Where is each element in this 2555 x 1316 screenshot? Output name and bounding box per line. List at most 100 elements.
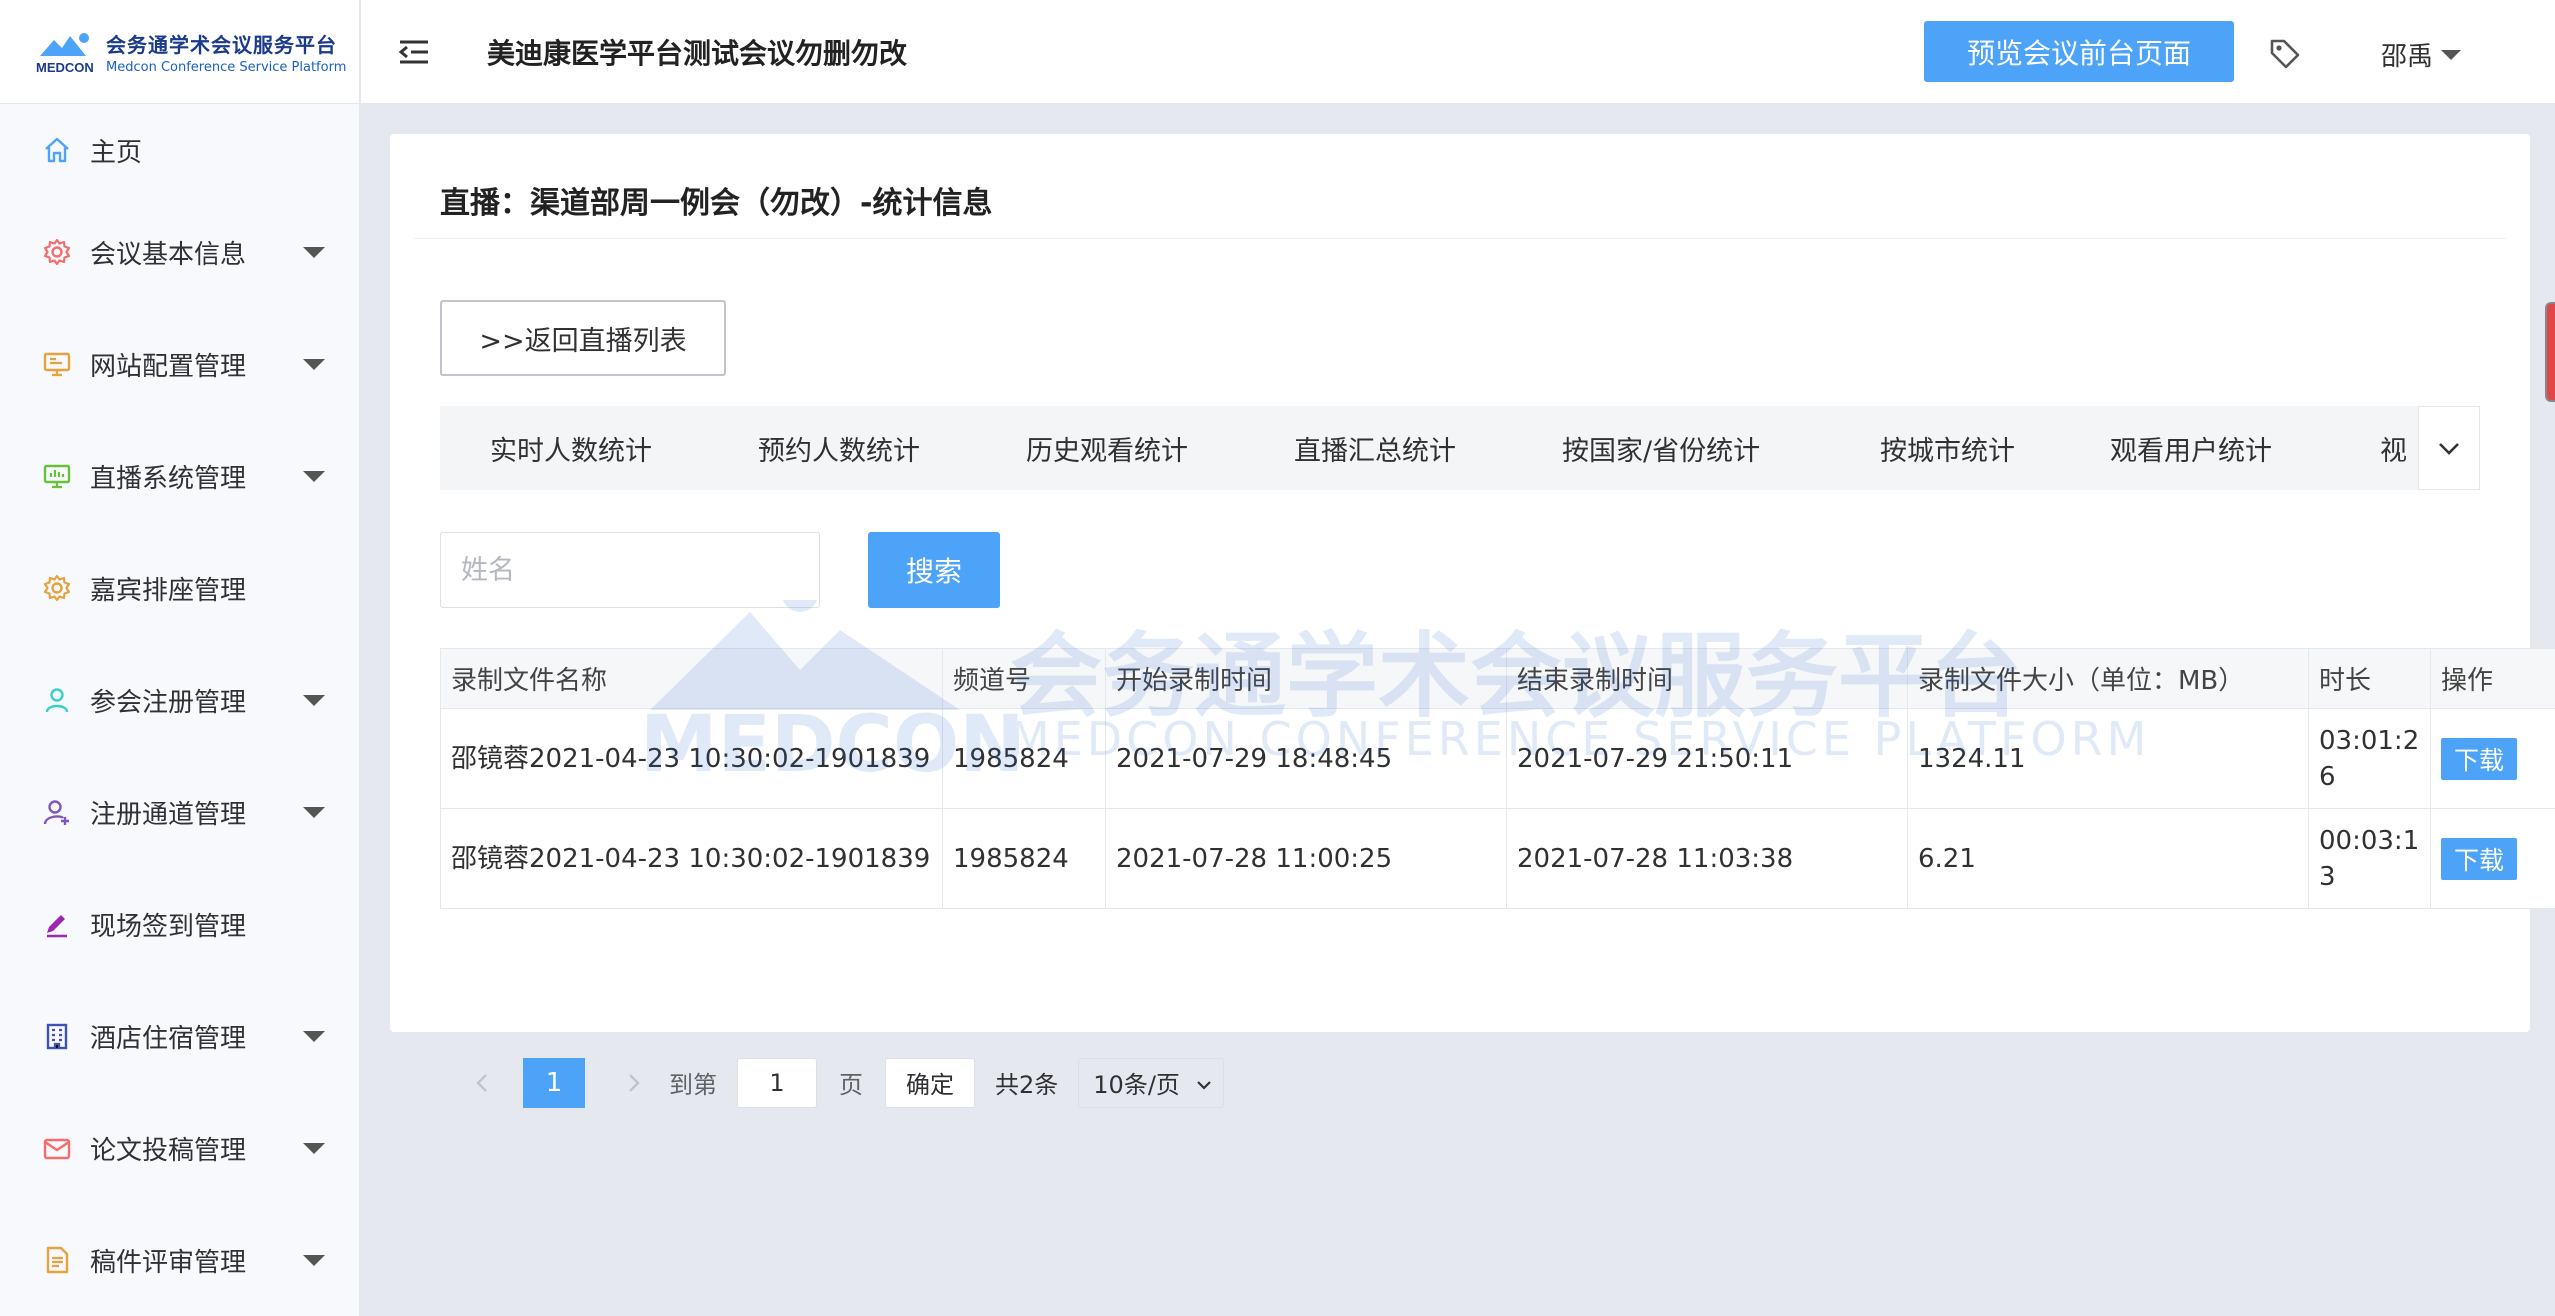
- goto-page-input[interactable]: [737, 1057, 817, 1108]
- goto-confirm-button[interactable]: 确定: [885, 1057, 975, 1108]
- user-add-icon: [42, 797, 72, 827]
- search-button[interactable]: 搜索: [868, 532, 1000, 608]
- cell-duration: 00:03:13: [2308, 808, 2431, 909]
- chevron-down-icon: [2439, 443, 2459, 455]
- sidebar-item-checkin[interactable]: 现场签到管理: [0, 868, 359, 980]
- logo-subtitle: Medcon Conference Service Platform: [106, 59, 347, 75]
- next-page-icon[interactable]: [621, 1071, 645, 1095]
- caret-down-icon: [303, 807, 325, 818]
- cell-file-size: 6.21: [1907, 808, 2309, 909]
- caret-down-icon: [303, 471, 325, 482]
- cell-file-name: 邵镜蓉2021-04-23 10:30:02-1901839: [440, 808, 943, 909]
- tab-by-city[interactable]: 按城市统计: [1880, 406, 2015, 490]
- sidebar-item-home[interactable]: 主页: [0, 104, 359, 196]
- download-button[interactable]: 下载: [2441, 737, 2517, 780]
- sidebar-item-reg-channel[interactable]: 注册通道管理: [0, 756, 359, 868]
- table-header-row: 录制文件名称 频道号 开始录制时间 结束录制时间 录制文件大小（单位：MB） 时…: [440, 648, 2555, 709]
- sidebar-item-label: 主页: [90, 137, 143, 168]
- recordings-table: 录制文件名称 频道号 开始录制时间 结束录制时间 录制文件大小（单位：MB） 时…: [440, 648, 2555, 909]
- caret-down-icon: [303, 247, 325, 258]
- pagination: 1 到第 页 确定 共2条 10条/页: [440, 1042, 2480, 1124]
- sidebar-item-label: 会议基本信息: [90, 239, 247, 270]
- cell-start-time: 2021-07-29 18:48:45: [1105, 708, 1507, 809]
- page-title: 美迪康医学平台测试会议勿删勿改: [487, 36, 908, 70]
- sidebar-item-paper-submission[interactable]: 论文投稿管理: [0, 1092, 359, 1204]
- col-end-time: 结束录制时间: [1506, 648, 1908, 709]
- gear-icon: [42, 237, 72, 267]
- tab-viewer-users[interactable]: 观看用户统计: [2110, 406, 2272, 490]
- cell-start-time: 2021-07-28 11:00:25: [1105, 808, 1507, 909]
- download-button[interactable]: 下载: [2441, 837, 2517, 880]
- table-row: 邵镜蓉2021-04-23 10:30:02-1901839 1985824 2…: [440, 708, 2555, 809]
- caret-down-icon: [303, 1031, 325, 1042]
- prev-page-icon[interactable]: [471, 1071, 495, 1095]
- cell-channel: 1985824: [942, 808, 1106, 909]
- logo-mark-text: MEDCON: [36, 60, 94, 74]
- sidebar: MEDCON 会务通学术会议服务平台 Medcon Conference Ser…: [0, 0, 360, 1316]
- user-name: 邵禹: [2381, 42, 2434, 72]
- page-label: 页: [839, 1071, 863, 1099]
- caret-down-icon: [303, 1143, 325, 1154]
- sidebar-item-registration[interactable]: 参会注册管理: [0, 644, 359, 756]
- tab-overflow[interactable]: 视: [2380, 406, 2407, 490]
- monitor-icon: [42, 349, 72, 379]
- sidebar-item-site-config[interactable]: 网站配置管理: [0, 308, 359, 420]
- col-duration: 时长: [2308, 648, 2431, 709]
- table-row: 邵镜蓉2021-04-23 10:30:02-1901839 1985824 2…: [440, 808, 2555, 909]
- sidebar-item-label: 注册通道管理: [90, 799, 247, 830]
- back-to-live-list-button[interactable]: >>返回直播列表: [440, 300, 726, 376]
- logo-title: 会务通学术会议服务平台: [106, 32, 337, 57]
- logo[interactable]: MEDCON 会务通学术会议服务平台 Medcon Conference Ser…: [0, 0, 359, 104]
- sidebar-item-label: 稿件评审管理: [90, 1247, 247, 1278]
- goto-label: 到第: [669, 1071, 717, 1099]
- page-number-current[interactable]: 1: [523, 1057, 585, 1108]
- tab-realtime[interactable]: 实时人数统计: [490, 406, 652, 490]
- tag-icon[interactable]: [2268, 37, 2302, 71]
- card-title: 直播：渠道部周一例会（勿改）-统计信息: [440, 186, 993, 221]
- sidebar-item-guest-seating[interactable]: 嘉宾排座管理: [0, 532, 359, 644]
- cell-end-time: 2021-07-28 11:03:38: [1506, 808, 1908, 909]
- tab-live-summary[interactable]: 直播汇总统计: [1294, 406, 1456, 490]
- sidebar-item-label: 嘉宾排座管理: [90, 575, 247, 606]
- col-action: 操作: [2430, 648, 2555, 709]
- col-channel: 频道号: [942, 648, 1106, 709]
- col-start-time: 开始录制时间: [1105, 648, 1507, 709]
- sidebar-item-label: 论文投稿管理: [90, 1135, 247, 1166]
- caret-down-icon: [303, 359, 325, 370]
- sidebar-item-meeting-info[interactable]: 会议基本信息: [0, 196, 359, 308]
- building-icon: [42, 1021, 72, 1051]
- col-file-name: 录制文件名称: [440, 648, 943, 709]
- page-size-value: 10条/页: [1093, 1071, 1180, 1099]
- user-menu[interactable]: 邵禹: [2381, 36, 2462, 73]
- document-icon: [42, 1245, 72, 1275]
- cell-action: 下载: [2430, 708, 2555, 809]
- preview-frontend-button[interactable]: 预览会议前台页面: [1924, 21, 2234, 82]
- col-file-size: 录制文件大小（单位：MB）: [1907, 648, 2309, 709]
- tab-reservation[interactable]: 预约人数统计: [758, 406, 920, 490]
- gear-icon: [42, 573, 72, 603]
- caret-down-icon: [303, 695, 325, 706]
- sidebar-item-label: 网站配置管理: [90, 351, 247, 382]
- logo-mark-icon: MEDCON: [36, 32, 94, 74]
- chevron-down-icon: [1197, 1080, 1212, 1090]
- home-icon: [42, 135, 72, 165]
- sidebar-item-hotel[interactable]: 酒店住宿管理: [0, 980, 359, 1092]
- top-header: 美迪康医学平台测试会议勿删勿改 预览会议前台页面 邵禹: [361, 0, 2555, 104]
- sidebar-item-label: 现场签到管理: [90, 911, 247, 942]
- stats-tabs: 实时人数统计 预约人数统计 历史观看统计 直播汇总统计 按国家/省份统计 按城市…: [440, 406, 2480, 490]
- cell-file-size: 1324.11: [1907, 708, 2309, 809]
- caret-down-icon: [2441, 49, 2462, 60]
- name-search-input[interactable]: [440, 532, 820, 608]
- pen-icon: [42, 909, 72, 939]
- tab-by-country[interactable]: 按国家/省份统计: [1562, 406, 1760, 490]
- page-scrollbar-handle[interactable]: [2545, 302, 2555, 402]
- sidebar-item-live-system[interactable]: 直播系统管理: [0, 420, 359, 532]
- mail-icon: [42, 1133, 72, 1163]
- page-size-select[interactable]: 10条/页: [1078, 1057, 1225, 1108]
- menu-fold-icon[interactable]: [397, 38, 431, 66]
- sidebar-item-review[interactable]: 稿件评审管理: [0, 1204, 359, 1316]
- sidebar-item-label: 参会注册管理: [90, 687, 247, 718]
- stats-card: 直播：渠道部周一例会（勿改）-统计信息 >>返回直播列表 实时人数统计 预约人数…: [390, 134, 2555, 1124]
- tabs-more-button[interactable]: [2418, 406, 2480, 490]
- tab-history[interactable]: 历史观看统计: [1026, 406, 1188, 490]
